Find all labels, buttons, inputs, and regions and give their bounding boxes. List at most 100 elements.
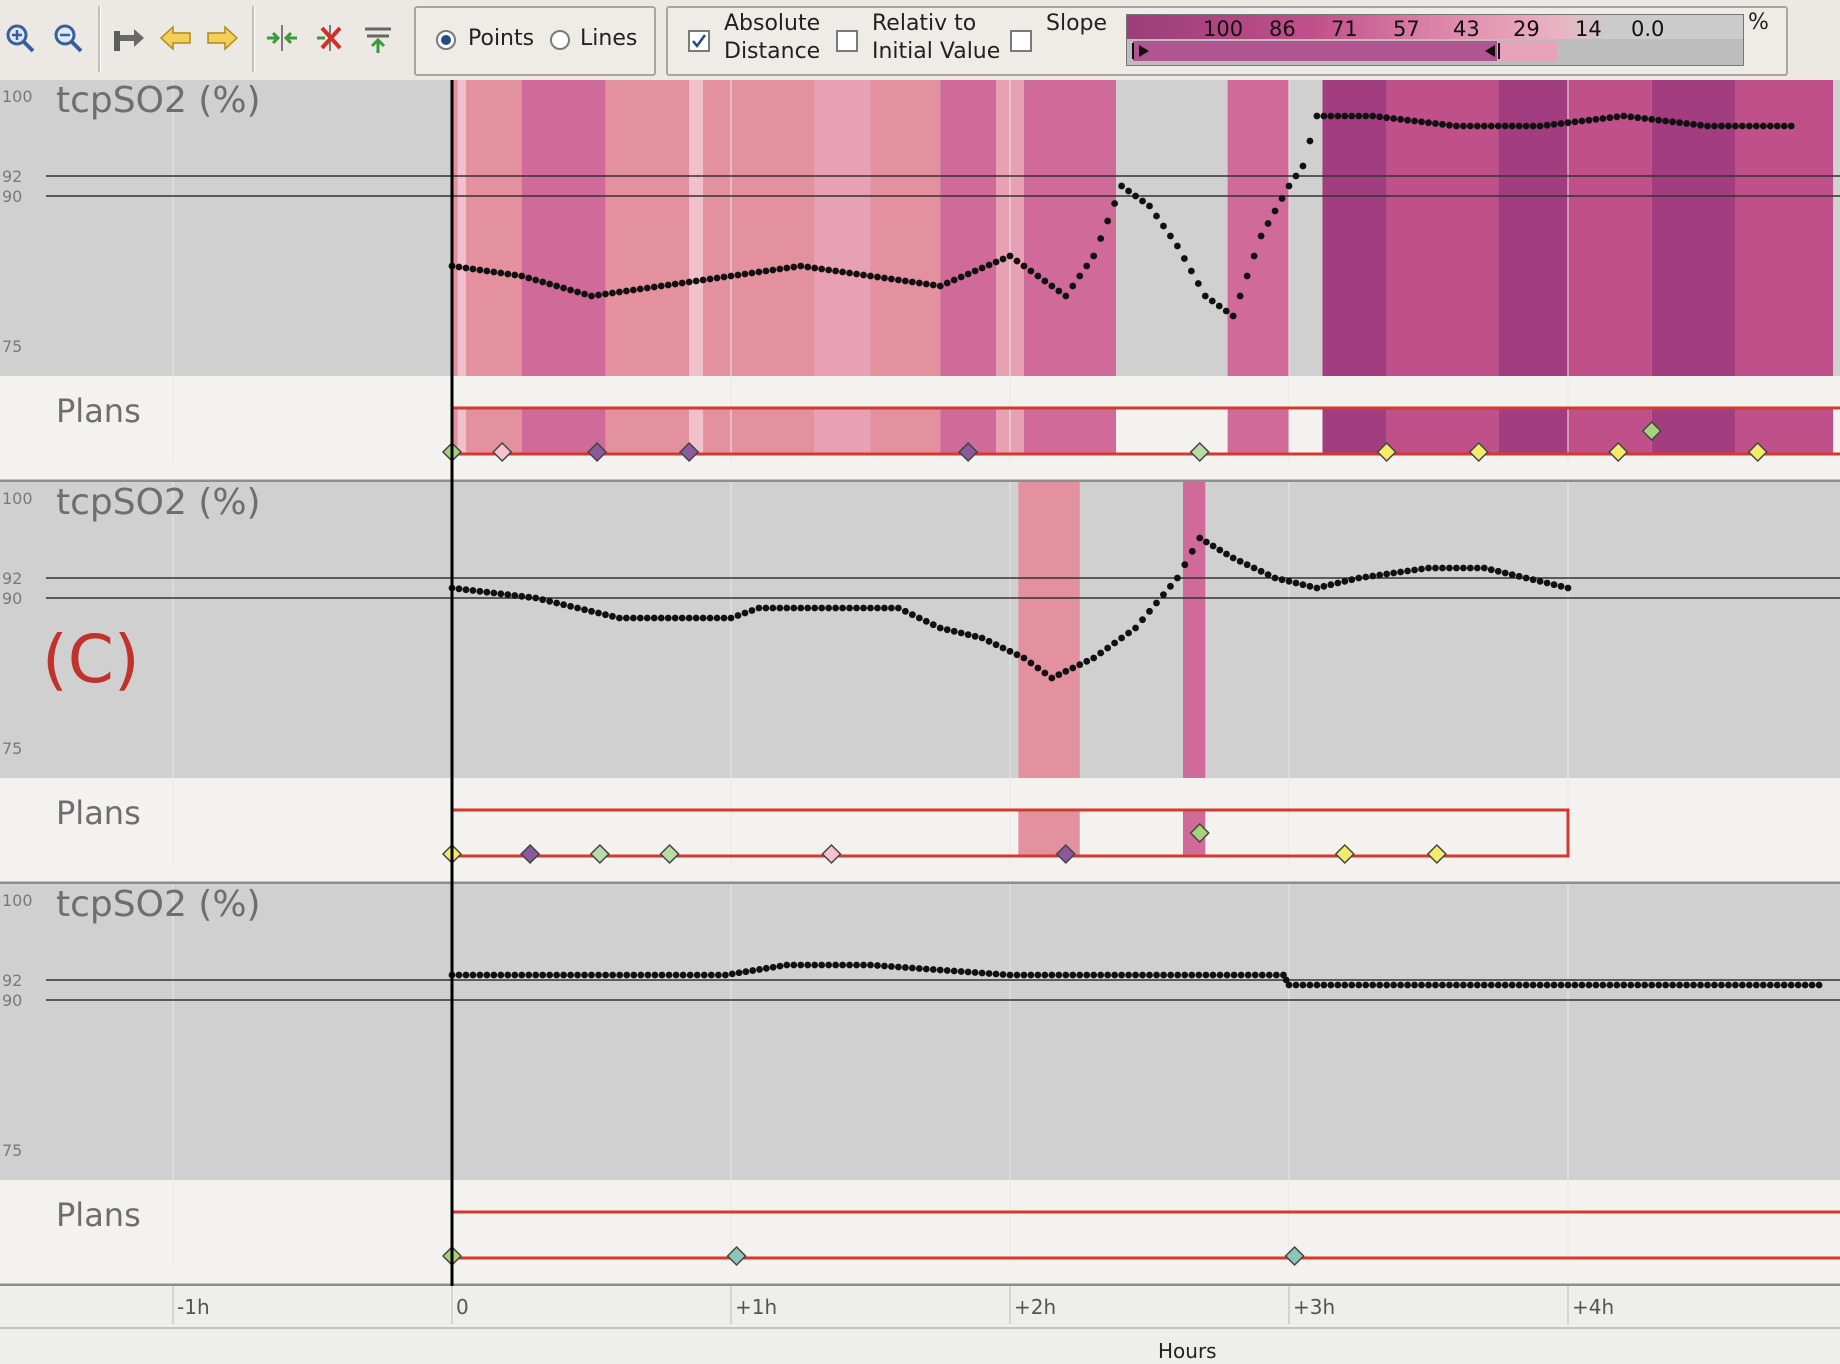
data-point <box>643 284 651 292</box>
data-point <box>1543 121 1551 129</box>
data-point <box>1390 981 1398 989</box>
data-point <box>943 967 951 974</box>
data-point <box>1306 582 1314 590</box>
data-point <box>804 604 812 612</box>
zoom-in-icon[interactable] <box>0 14 40 62</box>
data-point <box>908 964 916 972</box>
go-to-start-icon[interactable] <box>108 14 148 62</box>
slope-checkbox[interactable] <box>1010 30 1032 52</box>
relative-initial-checkbox[interactable] <box>836 30 858 52</box>
state-band <box>940 80 997 376</box>
absolute-distance-label-2: Distance <box>724 39 821 64</box>
data-point <box>1690 120 1697 128</box>
data-point <box>539 278 547 286</box>
data-point <box>1104 644 1112 652</box>
data-point <box>1480 981 1488 989</box>
data-point <box>622 614 630 622</box>
data-point <box>1111 639 1119 647</box>
data-point <box>1613 113 1621 121</box>
data-point <box>532 594 540 602</box>
data-point <box>832 961 840 969</box>
data-point <box>560 971 567 979</box>
data-point <box>1265 971 1273 979</box>
data-point <box>1257 232 1265 240</box>
data-point <box>1230 971 1238 979</box>
data-point <box>462 586 470 594</box>
data-point <box>469 587 477 594</box>
data-point <box>783 604 791 612</box>
data-point <box>748 607 756 614</box>
color-legend[interactable]: 100 86 71 57 43 29 14 0.0 <box>1126 14 1744 66</box>
data-point <box>1732 122 1739 130</box>
data-point <box>888 963 895 970</box>
data-point <box>1208 297 1216 305</box>
data-point <box>804 961 812 969</box>
data-point <box>915 965 923 972</box>
data-point <box>1718 981 1725 989</box>
data-point <box>483 971 491 979</box>
data-point <box>1592 115 1600 123</box>
data-point <box>581 290 588 298</box>
data-point <box>1634 114 1642 122</box>
data-point <box>1229 312 1237 320</box>
absolute-distance-checkbox[interactable] <box>688 30 710 52</box>
data-point <box>1027 659 1035 667</box>
data-point <box>1313 981 1321 989</box>
data-point <box>1181 971 1189 979</box>
arrow-right-icon[interactable] <box>202 14 242 62</box>
data-point <box>1292 579 1300 587</box>
data-point <box>1404 116 1411 124</box>
data-point <box>1125 971 1132 979</box>
data-point <box>707 971 715 979</box>
data-point <box>1404 981 1411 989</box>
legend-tick: 100 <box>1203 17 1244 41</box>
data-point <box>1167 582 1174 590</box>
data-point <box>609 612 616 620</box>
data-point <box>518 592 526 600</box>
data-point <box>1299 162 1307 170</box>
data-point <box>797 262 805 270</box>
data-point <box>1132 971 1139 979</box>
data-point <box>1006 252 1014 260</box>
data-point <box>1480 564 1488 572</box>
data-point <box>1146 971 1153 979</box>
arrow-left-icon[interactable] <box>156 14 196 62</box>
data-point <box>602 971 609 979</box>
data-point <box>616 288 623 296</box>
points-radio[interactable] <box>436 30 456 50</box>
data-point <box>1264 220 1272 227</box>
data-point <box>1271 574 1279 582</box>
data-point <box>943 279 951 287</box>
data-point <box>1203 538 1210 546</box>
zoom-out-icon[interactable] <box>48 14 88 62</box>
data-point <box>1292 981 1300 989</box>
lines-radio[interactable] <box>550 30 570 50</box>
collapse-icon[interactable] <box>262 14 302 62</box>
data-point <box>978 969 986 977</box>
data-point <box>1020 262 1028 270</box>
data-point <box>581 971 588 979</box>
data-point <box>1529 576 1537 584</box>
data-point <box>567 286 574 294</box>
data-point <box>839 268 846 276</box>
timeline-chart[interactable]: 100929075tcpSO2 (%)Plans100929075tcpSO2 … <box>0 80 1840 1364</box>
data-point <box>1243 272 1251 280</box>
data-point <box>476 971 484 979</box>
data-point <box>1285 981 1293 989</box>
data-point <box>1196 534 1204 542</box>
data-point <box>539 971 547 979</box>
data-point <box>1453 564 1460 572</box>
relative-initial-label-2: Initial Value <box>872 39 1001 64</box>
data-point <box>1780 981 1788 989</box>
data-point <box>1048 282 1056 290</box>
data-point <box>1090 252 1098 260</box>
data-point <box>971 969 979 976</box>
align-icon[interactable] <box>358 14 398 62</box>
remove-icon[interactable] <box>310 14 350 62</box>
data-point <box>867 272 874 280</box>
data-point <box>546 597 554 605</box>
y-tick-label: 100 <box>2 87 33 106</box>
data-point <box>1543 981 1551 989</box>
data-point <box>476 587 484 595</box>
data-point <box>1439 564 1446 572</box>
